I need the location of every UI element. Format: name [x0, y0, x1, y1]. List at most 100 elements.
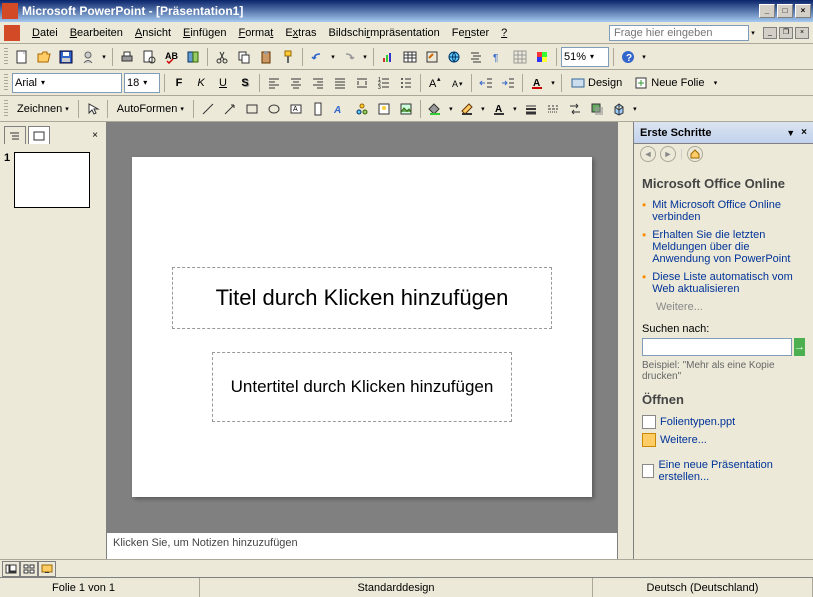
fill-color-dropdown-icon[interactable]: ▾: [447, 105, 455, 113]
menu-format[interactable]: Format: [232, 25, 279, 41]
font-size-combo[interactable]: 18▾: [124, 73, 160, 93]
increase-font-button[interactable]: A▴: [425, 73, 445, 93]
arrow-button[interactable]: [220, 99, 240, 119]
show-grid-button[interactable]: [510, 47, 530, 67]
paste-button[interactable]: [256, 47, 276, 67]
task-pane-link[interactable]: •Diese Liste automatisch vom Web aktuali…: [642, 271, 805, 295]
menu-slideshow[interactable]: Bildschirmpräsentation: [323, 25, 446, 41]
insert-hyperlink-button[interactable]: [444, 47, 464, 67]
sorter-view-button[interactable]: [20, 561, 38, 577]
task-pane-link[interactable]: •Mit Microsoft Office Online verbinden: [642, 199, 805, 223]
toolbar-options-icon[interactable]: ▾: [631, 105, 639, 113]
thumbnail-item[interactable]: 1: [4, 152, 102, 208]
title-placeholder[interactable]: Titel durch Klicken hinzufügen: [172, 267, 552, 329]
menu-insert[interactable]: Einfügen: [177, 25, 232, 41]
decrease-font-button[interactable]: A▾: [447, 73, 467, 93]
spellcheck-button[interactable]: ABC: [161, 47, 181, 67]
status-language[interactable]: Deutsch (Deutschland): [593, 578, 813, 597]
task-pane-more-link[interactable]: Weitere...: [656, 301, 805, 313]
redo-dropdown-icon[interactable]: ▾: [361, 53, 369, 61]
slides-panel-close-button[interactable]: ×: [88, 130, 102, 144]
task-pane-dropdown-icon[interactable]: ▼: [786, 128, 795, 138]
cut-button[interactable]: [212, 47, 232, 67]
outline-tab[interactable]: [4, 126, 26, 144]
open-file-link[interactable]: Folientypen.ppt: [642, 415, 805, 429]
toolbar-options-icon[interactable]: ▾: [640, 53, 648, 61]
close-button[interactable]: ×: [795, 4, 811, 18]
font-color-button-2[interactable]: A: [489, 99, 509, 119]
autoshapes-button[interactable]: AutoFormen▾: [112, 99, 189, 119]
toolbar-grip[interactable]: [4, 100, 8, 118]
clipart-button[interactable]: [374, 99, 394, 119]
insert-table-button[interactable]: [400, 47, 420, 67]
redo-button[interactable]: [339, 47, 359, 67]
wordart-button[interactable]: A: [330, 99, 350, 119]
select-objects-button[interactable]: [83, 99, 103, 119]
3d-style-button[interactable]: [609, 99, 629, 119]
undo-button[interactable]: [307, 47, 327, 67]
slides-tab[interactable]: [28, 126, 50, 144]
notes-pane[interactable]: Klicken Sie, um Notizen hinzuzufügen: [107, 531, 617, 559]
design-button[interactable]: Design: [566, 73, 627, 93]
numbering-button[interactable]: 123: [374, 73, 394, 93]
permission-dropdown-icon[interactable]: ▾: [100, 53, 108, 61]
distributed-button[interactable]: [352, 73, 372, 93]
bold-button[interactable]: F: [169, 73, 189, 93]
bullets-button[interactable]: [396, 73, 416, 93]
task-pane-link[interactable]: •Erhalten Sie die letzten Meldungen über…: [642, 229, 805, 265]
undo-dropdown-icon[interactable]: ▾: [329, 53, 337, 61]
shadow-button[interactable]: S: [235, 73, 255, 93]
fill-color-button[interactable]: [425, 99, 445, 119]
save-button[interactable]: [56, 47, 76, 67]
thumbnail-list[interactable]: 1: [0, 144, 106, 559]
font-color-dropdown-icon[interactable]: ▾: [549, 79, 557, 87]
task-pane-close-button[interactable]: ×: [801, 127, 807, 138]
rectangle-button[interactable]: [242, 99, 262, 119]
search-go-button[interactable]: →: [794, 338, 805, 356]
vertical-scrollbar[interactable]: [617, 122, 633, 559]
menu-edit[interactable]: Bearbeiten: [64, 25, 129, 41]
thumbnail-preview[interactable]: [14, 152, 90, 208]
menu-window[interactable]: Fenster: [446, 25, 495, 41]
line-button[interactable]: [198, 99, 218, 119]
open-button[interactable]: [34, 47, 54, 67]
permission-button[interactable]: [78, 47, 98, 67]
arrow-style-button[interactable]: [565, 99, 585, 119]
align-left-button[interactable]: [264, 73, 284, 93]
align-center-button[interactable]: [286, 73, 306, 93]
italic-button[interactable]: K: [191, 73, 211, 93]
doc-minimize-button[interactable]: _: [763, 27, 777, 39]
help-dropdown-arrow-icon[interactable]: ▾: [749, 29, 757, 37]
dash-style-button[interactable]: [543, 99, 563, 119]
decrease-indent-button[interactable]: [476, 73, 496, 93]
doc-restore-button[interactable]: ❐: [779, 27, 793, 39]
line-color-button[interactable]: [457, 99, 477, 119]
increase-indent-button[interactable]: [498, 73, 518, 93]
menu-file[interactable]: Datei: [26, 25, 64, 41]
minimize-button[interactable]: _: [759, 4, 775, 18]
slide-canvas[interactable]: Titel durch Klicken hinzufügen Untertite…: [132, 157, 592, 497]
normal-view-button[interactable]: [2, 561, 20, 577]
new-slide-button[interactable]: Neue Folie: [629, 73, 709, 93]
font-color-button[interactable]: A: [527, 73, 547, 93]
task-pane-forward-button[interactable]: ►: [660, 146, 676, 162]
draw-menu-button[interactable]: Zeichnen▾: [12, 99, 74, 119]
insert-chart-button[interactable]: [378, 47, 398, 67]
research-button[interactable]: [183, 47, 203, 67]
menu-view[interactable]: Ansicht: [129, 25, 177, 41]
menu-help[interactable]: ?: [495, 25, 513, 41]
maximize-button[interactable]: □: [777, 4, 793, 18]
picture-button[interactable]: [396, 99, 416, 119]
vertical-textbox-button[interactable]: [308, 99, 328, 119]
menu-extras[interactable]: Extras: [279, 25, 322, 41]
help-search-input[interactable]: [609, 25, 749, 41]
align-justify-button[interactable]: [330, 73, 350, 93]
show-formatting-button[interactable]: ¶: [488, 47, 508, 67]
diagram-button[interactable]: [352, 99, 372, 119]
task-pane-back-button[interactable]: ◄: [640, 146, 656, 162]
font-combo[interactable]: Arial▾: [12, 73, 122, 93]
slide-canvas-area[interactable]: Titel durch Klicken hinzufügen Untertite…: [107, 122, 617, 531]
font-color-2-dropdown-icon[interactable]: ▾: [511, 105, 519, 113]
line-color-dropdown-icon[interactable]: ▾: [479, 105, 487, 113]
oval-button[interactable]: [264, 99, 284, 119]
